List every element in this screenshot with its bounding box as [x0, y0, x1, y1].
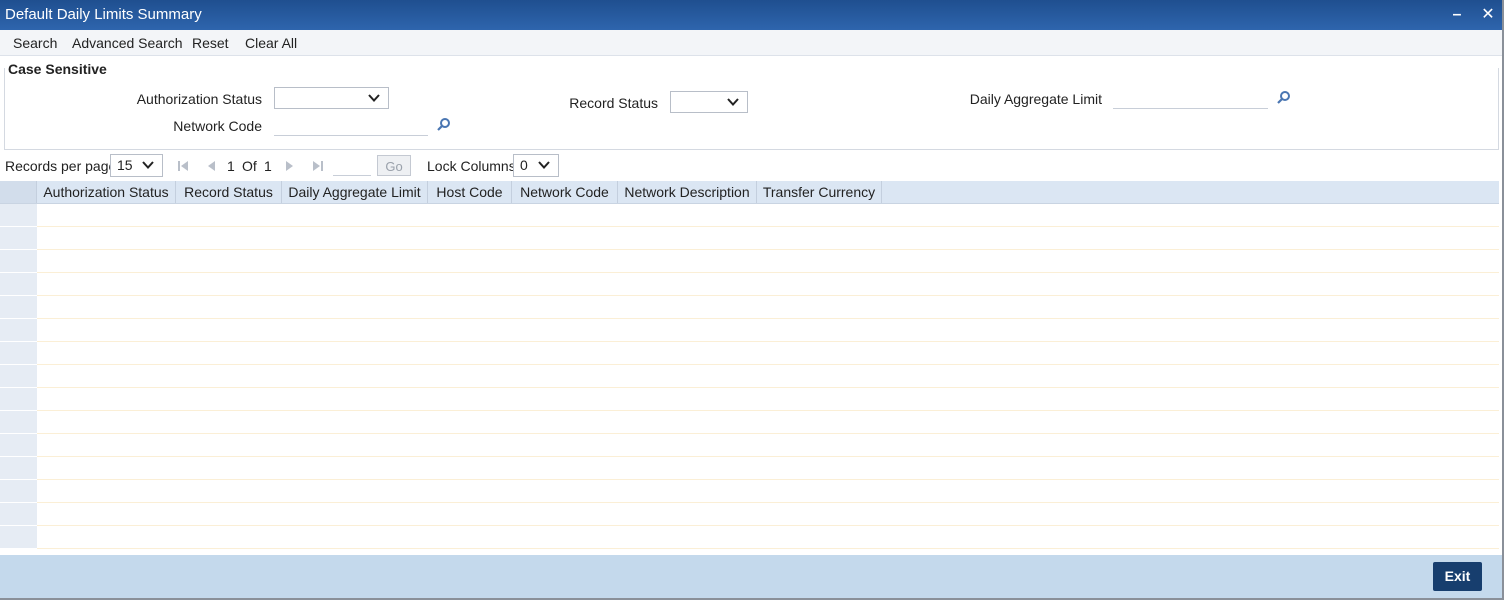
first-page-icon[interactable] [176, 159, 190, 173]
close-icon[interactable]: ✕ [1478, 2, 1498, 26]
next-page-icon[interactable] [283, 159, 297, 173]
row-selector[interactable] [0, 204, 37, 227]
table-row[interactable] [0, 319, 1499, 342]
table-row[interactable] [0, 411, 1499, 434]
search-button[interactable]: Search [13, 35, 57, 51]
column-header-network-description[interactable]: Network Description [618, 181, 757, 203]
case-sensitive-legend: Case Sensitive [8, 61, 111, 77]
row-selector[interactable] [0, 434, 37, 457]
table-row[interactable] [0, 296, 1499, 319]
chevron-down-icon [368, 94, 380, 102]
minimize-icon[interactable]: – [1447, 2, 1467, 26]
daily-aggregate-limit-input[interactable] [1113, 88, 1268, 109]
chevron-down-icon [142, 161, 154, 169]
row-selector[interactable] [0, 388, 37, 411]
daily-aggregate-limit-label: Daily Aggregate Limit [969, 91, 1102, 107]
lock-columns-label: Lock Columns [427, 158, 516, 174]
table-row[interactable] [0, 526, 1499, 549]
row-selector[interactable] [0, 227, 37, 250]
column-header-record-status[interactable]: Record Status [176, 181, 282, 203]
table-row[interactable] [0, 204, 1499, 227]
select-all-header[interactable] [0, 181, 37, 203]
table-row[interactable] [0, 365, 1499, 388]
current-page: 1 [227, 158, 235, 174]
row-selector[interactable] [0, 365, 37, 388]
network-code-input[interactable] [274, 115, 428, 136]
window-title: Default Daily Limits Summary [5, 6, 202, 23]
chevron-down-icon [538, 161, 550, 169]
network-code-lookup-icon[interactable] [436, 117, 452, 133]
results-grid-header: Authorization Status Record Status Daily… [0, 181, 1499, 204]
row-selector[interactable] [0, 319, 37, 342]
column-header-host-code[interactable]: Host Code [428, 181, 512, 203]
row-selector[interactable] [0, 457, 37, 480]
previous-page-icon[interactable] [204, 159, 218, 173]
table-row[interactable] [0, 480, 1499, 503]
table-row[interactable] [0, 342, 1499, 365]
row-selector[interactable] [0, 296, 37, 319]
title-bar: Default Daily Limits Summary – ✕ [0, 0, 1502, 30]
total-pages: 1 [264, 158, 272, 174]
go-button[interactable]: Go [377, 155, 411, 176]
record-status-label: Record Status [569, 95, 658, 111]
advanced-search-button[interactable]: Advanced Search [72, 35, 183, 51]
row-selector[interactable] [0, 411, 37, 434]
reset-button[interactable]: Reset [192, 35, 229, 51]
row-selector[interactable] [0, 273, 37, 296]
table-row[interactable] [0, 388, 1499, 411]
row-selector[interactable] [0, 503, 37, 526]
records-per-page-label: Records per page [5, 158, 117, 174]
records-per-page-select[interactable]: 15 [110, 154, 163, 177]
table-row[interactable] [0, 503, 1499, 526]
column-header-network-code[interactable]: Network Code [512, 181, 618, 203]
row-selector[interactable] [0, 250, 37, 273]
column-header-authorization-status[interactable]: Authorization Status [37, 181, 176, 203]
table-row[interactable] [0, 250, 1499, 273]
pagination-bar: Records per page 15 1 Of 1 Lock Columns … [0, 153, 1502, 179]
results-grid-body [0, 204, 1499, 549]
search-criteria-panel [4, 68, 1499, 150]
exit-button[interactable]: Exit [1433, 562, 1482, 591]
network-code-label: Network Code [173, 118, 262, 134]
last-page-icon[interactable] [311, 159, 325, 173]
of-label: Of [242, 158, 257, 174]
row-selector[interactable] [0, 480, 37, 503]
table-row[interactable] [0, 457, 1499, 480]
row-selector[interactable] [0, 342, 37, 365]
lock-columns-select[interactable]: 0 [513, 154, 559, 177]
footer-bar [0, 555, 1502, 598]
toolbar: Search Advanced Search Reset Clear All [0, 30, 1502, 56]
daily-aggregate-limit-lookup-icon[interactable] [1276, 90, 1292, 106]
column-header-transfer-currency[interactable]: Transfer Currency [757, 181, 882, 203]
authorization-status-select[interactable] [274, 87, 389, 109]
record-status-select[interactable] [670, 91, 748, 113]
table-row[interactable] [0, 434, 1499, 457]
clear-all-button[interactable]: Clear All [245, 35, 297, 51]
table-row[interactable] [0, 273, 1499, 296]
column-header-daily-aggregate-limit[interactable]: Daily Aggregate Limit [282, 181, 428, 203]
chevron-down-icon [727, 98, 739, 106]
goto-page-input[interactable] [333, 155, 371, 176]
row-selector[interactable] [0, 526, 37, 549]
authorization-status-label: Authorization Status [136, 91, 262, 107]
table-row[interactable] [0, 227, 1499, 250]
